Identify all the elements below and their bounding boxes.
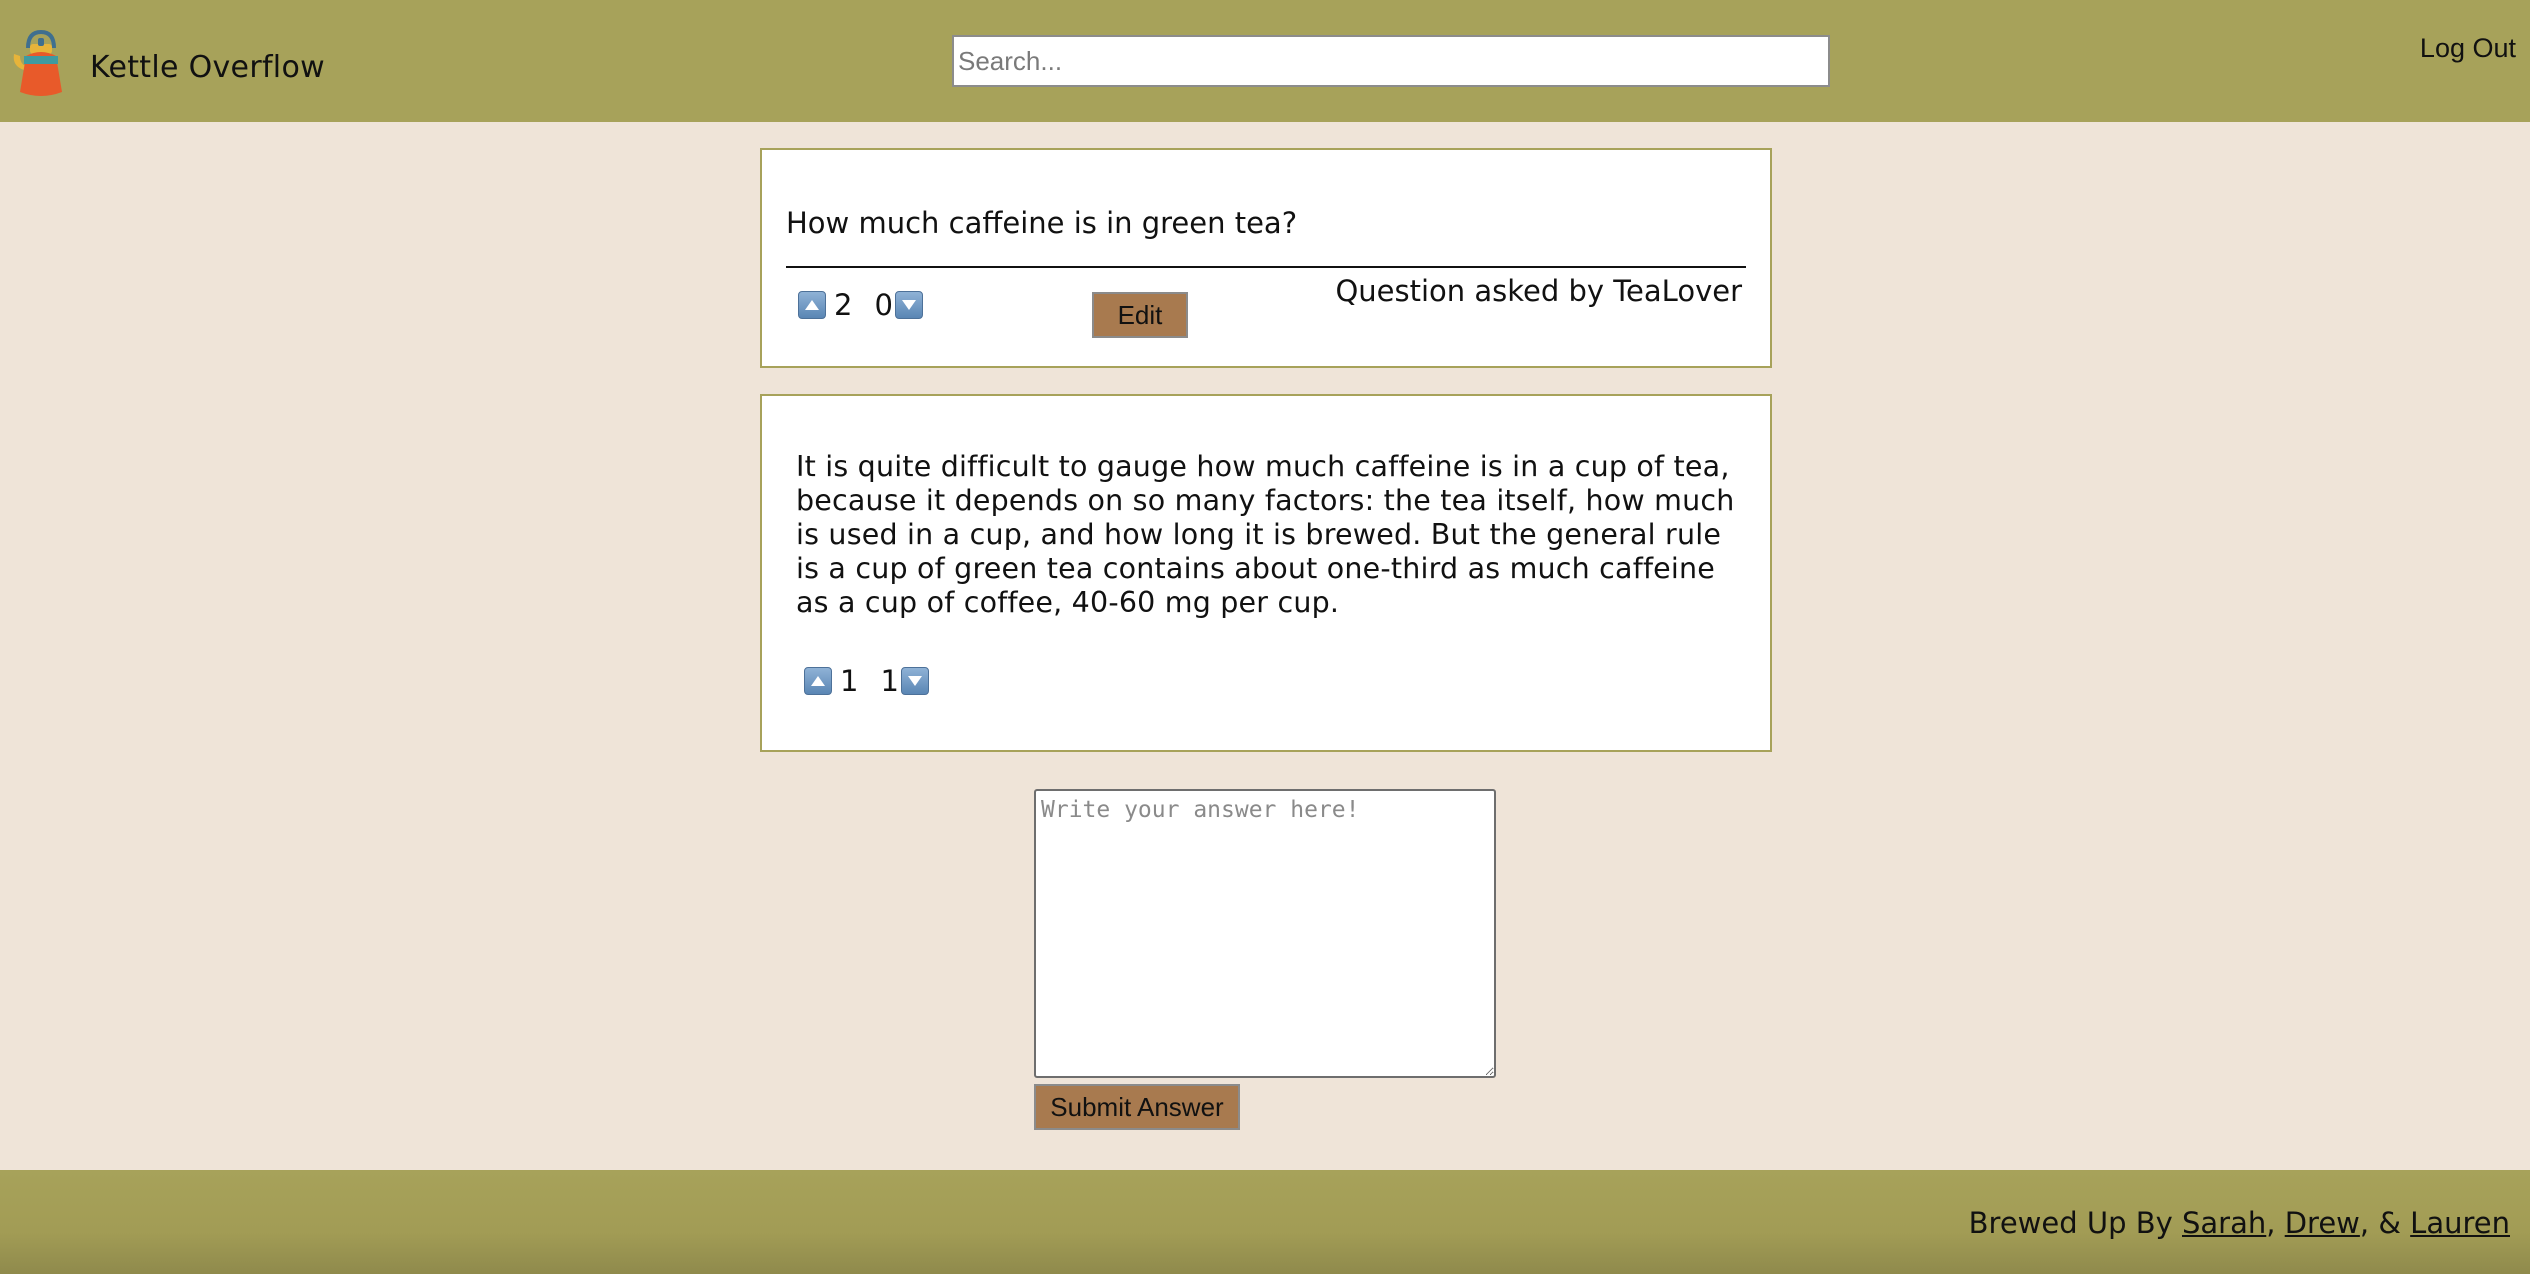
submit-answer-button[interactable]: Submit Answer bbox=[1034, 1084, 1240, 1130]
author-link-drew[interactable]: Drew bbox=[2285, 1206, 2360, 1240]
author-link-sarah[interactable]: Sarah bbox=[2182, 1206, 2266, 1240]
author-link-lauren[interactable]: Lauren bbox=[2410, 1206, 2510, 1240]
upvote-count: 1 bbox=[840, 664, 859, 698]
downvote-count: 0 bbox=[874, 288, 893, 322]
arrow-down-icon bbox=[907, 676, 922, 686]
top-bar: Kettle Overflow Log Out bbox=[0, 0, 2530, 122]
credits: Brewed Up By Sarah, Drew, & Lauren bbox=[1969, 1206, 2510, 1240]
upvote-button[interactable] bbox=[798, 291, 826, 319]
downvote-count: 1 bbox=[880, 664, 899, 698]
question-author: Question asked by TeaLover bbox=[1335, 274, 1742, 308]
answer-card: It is quite difficult to gauge how much … bbox=[760, 394, 1772, 752]
footer: Brewed Up By Sarah, Drew, & Lauren bbox=[0, 1170, 2530, 1274]
separator: , bbox=[2266, 1206, 2285, 1240]
upvote-count: 2 bbox=[834, 288, 853, 322]
edit-button[interactable]: Edit bbox=[1092, 292, 1188, 338]
arrow-up-icon bbox=[811, 676, 825, 686]
answer-textarea[interactable] bbox=[1034, 789, 1496, 1078]
question-votes: 2 0 bbox=[798, 288, 923, 322]
question-title: How much caffeine is in green tea? bbox=[786, 206, 1298, 240]
answer-votes: 1 1 bbox=[804, 664, 929, 698]
arrow-down-icon bbox=[901, 300, 916, 310]
downvote-button[interactable] bbox=[894, 291, 923, 319]
search-input[interactable] bbox=[952, 35, 1830, 87]
separator: , & bbox=[2359, 1206, 2411, 1240]
answer-text: It is quite difficult to gauge how much … bbox=[796, 450, 1735, 619]
downvote-button[interactable] bbox=[900, 667, 929, 695]
logout-link[interactable]: Log Out bbox=[2420, 33, 2516, 64]
credits-prefix: Brewed Up By bbox=[1968, 1206, 2182, 1240]
kettle-icon bbox=[13, 29, 62, 96]
upvote-button[interactable] bbox=[804, 667, 832, 695]
brand-name[interactable]: Kettle Overflow bbox=[90, 50, 325, 85]
arrow-up-icon bbox=[805, 300, 819, 310]
divider bbox=[786, 266, 1746, 268]
question-card: How much caffeine is in green tea? 2 0 E… bbox=[760, 148, 1772, 368]
